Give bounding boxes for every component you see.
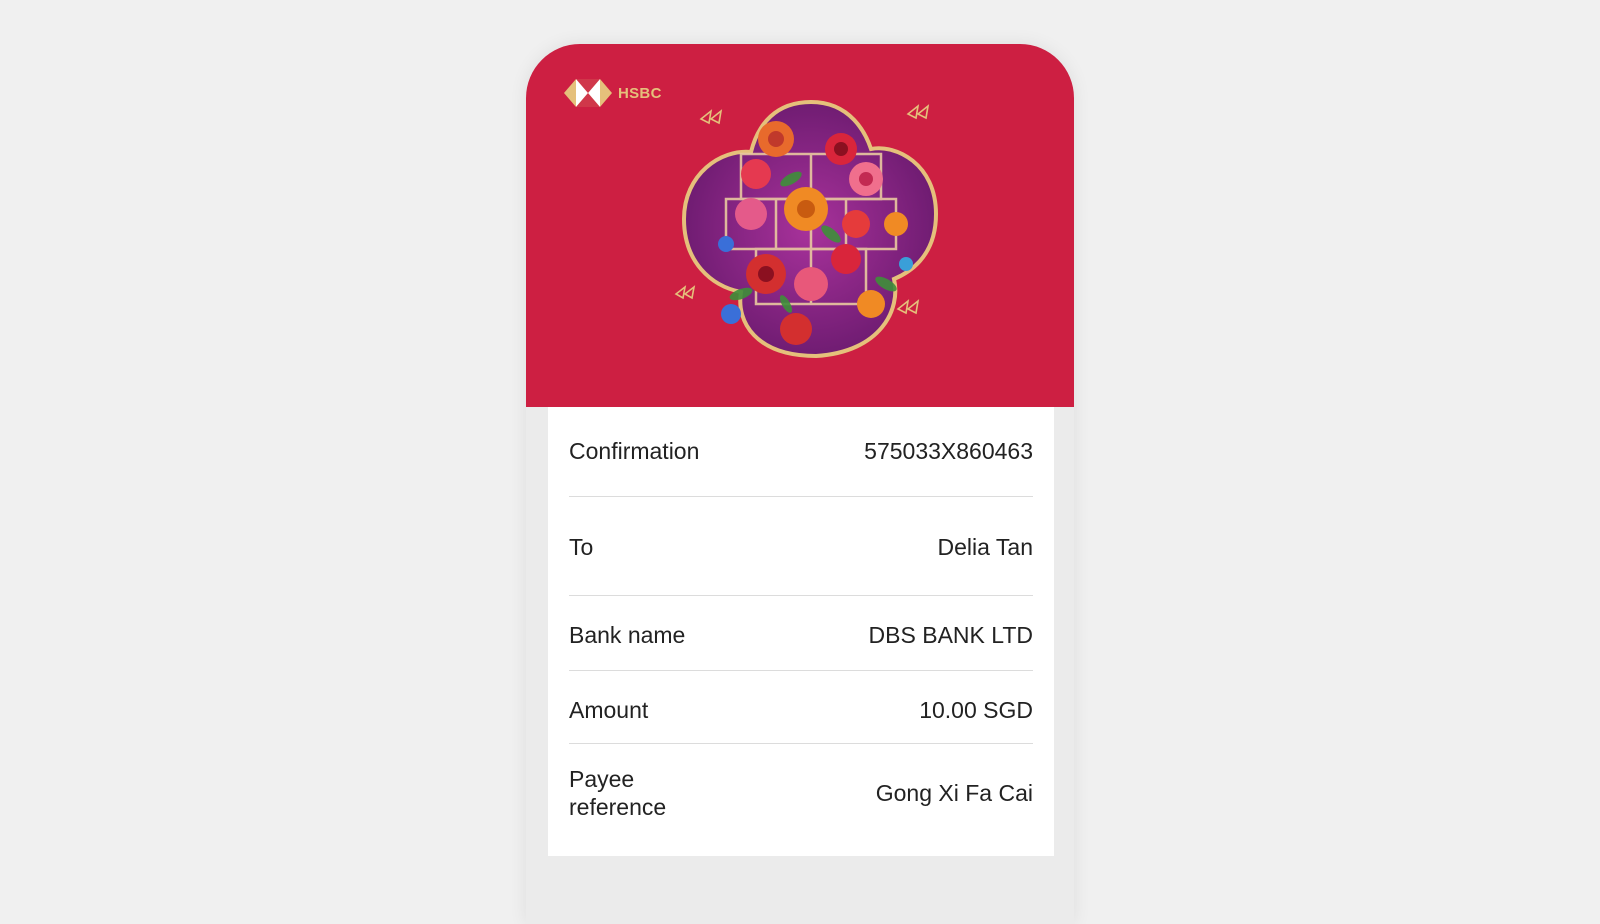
divider xyxy=(569,496,1033,497)
detail-label: Amount xyxy=(569,697,649,723)
detail-row-payee-reference: Payee reference Gong Xi Fa Cai xyxy=(569,764,1033,822)
floral-artwork-icon xyxy=(674,99,939,359)
detail-value: Delia Tan xyxy=(937,533,1033,560)
detail-label: Payee reference xyxy=(569,766,667,820)
hsbc-logo: HSBC xyxy=(564,79,662,107)
hsbc-hexagon-icon xyxy=(564,79,612,107)
brand-name: HSBC xyxy=(618,84,662,102)
detail-value: 575033X860463 xyxy=(864,437,1033,464)
detail-row-bank-name: Bank name DBS BANK LTD xyxy=(569,620,1033,650)
detail-value: 10.00 SGD xyxy=(919,696,1033,723)
phone-screen: HSBC Confirmation 575033X860463 To Delia… xyxy=(526,44,1074,924)
divider xyxy=(569,595,1033,596)
detail-value: Gong Xi Fa Cai xyxy=(875,779,1033,806)
red-packet-header: HSBC xyxy=(526,44,1074,407)
detail-row-amount: Amount 10.00 SGD xyxy=(569,695,1033,725)
divider xyxy=(569,670,1033,671)
detail-label: To xyxy=(569,534,594,560)
detail-label: Bank name xyxy=(569,622,686,648)
detail-row-to: To Delia Tan xyxy=(569,532,1033,562)
detail-label: Confirmation xyxy=(569,438,700,464)
transfer-details-card: Confirmation 575033X860463 To Delia Tan … xyxy=(548,407,1054,856)
divider xyxy=(569,743,1033,744)
detail-value: DBS BANK LTD xyxy=(868,621,1033,648)
detail-row-confirmation: Confirmation 575033X860463 xyxy=(569,436,1033,466)
